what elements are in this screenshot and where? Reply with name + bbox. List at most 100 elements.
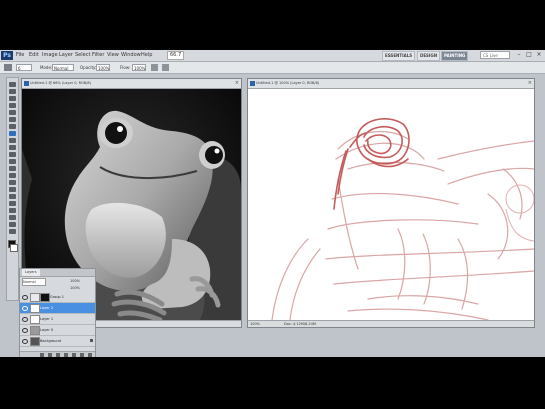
brush-size-picker[interactable]: 6 <box>16 64 32 71</box>
menu-select[interactable]: Select <box>75 51 90 60</box>
3d-orbit-tool-icon[interactable] <box>9 215 16 220</box>
layer-name: Group 1 <box>50 295 64 299</box>
layer-row-background[interactable]: Background <box>20 336 95 347</box>
mode-label: Mode: <box>40 65 53 70</box>
visibility-eye-icon[interactable] <box>22 306 28 311</box>
lock-icon <box>90 339 93 342</box>
close-tab-icon[interactable]: × <box>528 79 532 88</box>
workspace-essentials[interactable]: ESSENTIALS <box>382 51 416 61</box>
blend-mode-select[interactable]: Normal <box>22 278 46 286</box>
layer-name: Layer 2 <box>40 306 54 310</box>
menu-window[interactable]: Window <box>121 51 141 60</box>
brush-tool-icon[interactable] <box>4 64 12 71</box>
layer-thumbnail <box>30 326 40 335</box>
layer-mask-thumbnail[interactable] <box>40 293 50 302</box>
layer-fill-field[interactable]: 100% <box>70 285 80 291</box>
menu-file[interactable]: File <box>16 51 24 60</box>
tab-layers[interactable]: Layers <box>22 269 40 276</box>
opacity-field[interactable]: 100% <box>96 64 110 71</box>
zoom-readout[interactable]: 100% <box>250 321 260 327</box>
type-tool-icon[interactable] <box>9 187 16 192</box>
layer-thumbnail <box>30 315 40 324</box>
menu-image[interactable]: Image <box>42 51 58 60</box>
add-mask-icon[interactable] <box>56 353 60 357</box>
marquee-tool-icon[interactable] <box>9 89 16 94</box>
workspace-painting[interactable]: PAINTING <box>441 51 469 61</box>
document-title: Untitled-1 @ 66% (Layer 0, RGB/8) <box>30 81 91 85</box>
visibility-eye-icon[interactable] <box>22 339 28 344</box>
blur-tool-icon[interactable] <box>9 166 16 171</box>
layer-row-group-1[interactable]: Group 1 <box>20 292 95 303</box>
move-tool-icon[interactable] <box>9 82 16 87</box>
clone-stamp-tool-icon[interactable] <box>9 138 16 143</box>
cs-live-button[interactable]: CS Live <box>480 51 510 59</box>
layers-panel-footer <box>20 351 95 357</box>
folder-icon <box>30 293 40 302</box>
visibility-eye-icon[interactable] <box>22 328 28 333</box>
menu-help[interactable]: Help <box>141 51 152 60</box>
zoom-level-box[interactable]: 66.7 <box>167 51 185 60</box>
menu-filter[interactable]: Filter <box>92 51 104 60</box>
lasso-tool-icon[interactable] <box>9 96 16 101</box>
document-tab-photo[interactable]: Untitled-1 @ 66% (Layer 0, RGB/8) × <box>22 79 241 89</box>
document-title: Untitled-1 @ 100% (Layer 0, RGB/8) <box>256 81 320 85</box>
document-tab-sketch[interactable]: Untitled-1 @ 100% (Layer 0, RGB/8) × <box>248 79 534 89</box>
flow-field[interactable]: 100% <box>132 64 146 71</box>
brush-tool-icon[interactable] <box>9 131 16 136</box>
layer-style-icon[interactable] <box>48 353 52 357</box>
close-button[interactable]: × <box>535 51 543 59</box>
visibility-eye-icon[interactable] <box>22 317 28 322</box>
path-select-tool-icon[interactable] <box>9 194 16 199</box>
layer-row-layer-1[interactable]: Layer 1 <box>20 314 95 325</box>
options-bar: 6 Mode: Normal Opacity: 100% Flow: 100% <box>0 62 545 74</box>
layers-panel: Layers Normal 100% 100% Group 1 Layer 2 … <box>19 268 96 357</box>
mode-select[interactable]: Normal <box>52 64 74 71</box>
adjustment-layer-icon[interactable] <box>64 353 68 357</box>
layer-row-layer-2[interactable]: Layer 2 <box>20 303 95 314</box>
flow-label: Flow: <box>120 65 131 70</box>
eyedropper-tool-icon[interactable] <box>9 117 16 122</box>
close-tab-icon[interactable]: × <box>235 79 239 88</box>
app-logo: Ps <box>1 51 13 60</box>
trash-icon[interactable] <box>88 353 92 357</box>
layer-opacity-field[interactable]: 100% <box>70 278 80 284</box>
maximize-button[interactable]: □ <box>525 51 533 59</box>
opacity-label: Opacity: <box>80 65 97 70</box>
healing-brush-tool-icon[interactable] <box>9 124 16 129</box>
pen-tool-icon[interactable] <box>9 180 16 185</box>
tablet-pressure-icon[interactable] <box>162 64 169 71</box>
new-group-icon[interactable] <box>72 353 76 357</box>
link-layers-icon[interactable] <box>40 353 44 357</box>
document-window-sketch: Untitled-1 @ 100% (Layer 0, RGB/8) × 100… <box>247 78 535 328</box>
shape-tool-icon[interactable] <box>9 201 16 206</box>
menu-bar: Ps File Edit Image Layer Select Filter V… <box>0 50 545 62</box>
layer-name: Layer 1 <box>40 317 54 321</box>
quick-select-tool-icon[interactable] <box>9 103 16 108</box>
menu-layer[interactable]: Layer <box>59 51 73 60</box>
background-color-swatch[interactable] <box>10 244 18 252</box>
visibility-eye-icon[interactable] <box>22 295 28 300</box>
history-brush-tool-icon[interactable] <box>9 145 16 150</box>
minimize-button[interactable]: – <box>515 51 523 59</box>
menu-edit[interactable]: Edit <box>29 51 39 60</box>
document-icon <box>24 81 29 86</box>
eraser-tool-icon[interactable] <box>9 152 16 157</box>
3d-rotate-tool-icon[interactable] <box>9 208 16 213</box>
gradient-tool-icon[interactable] <box>9 159 16 164</box>
tools-panel <box>6 77 19 301</box>
crop-tool-icon[interactable] <box>9 110 16 115</box>
workspace-design[interactable]: DESIGN <box>417 51 441 61</box>
hand-tool-icon[interactable] <box>9 222 16 227</box>
layer-row-layer-0[interactable]: Layer 0 <box>20 325 95 336</box>
menu-view[interactable]: View <box>107 51 119 60</box>
canvas-sketch[interactable] <box>248 89 534 320</box>
zoom-tool-icon[interactable] <box>9 229 16 234</box>
new-layer-icon[interactable] <box>80 353 84 357</box>
photoshop-window: Ps File Edit Image Layer Select Filter V… <box>0 50 545 357</box>
layers-panel-tabbar: Layers <box>20 269 95 277</box>
layer-thumbnail <box>30 337 40 346</box>
layer-name: Background <box>40 339 61 343</box>
dodge-tool-icon[interactable] <box>9 173 16 178</box>
airbrush-icon[interactable] <box>151 64 158 71</box>
document-icon <box>250 81 255 86</box>
